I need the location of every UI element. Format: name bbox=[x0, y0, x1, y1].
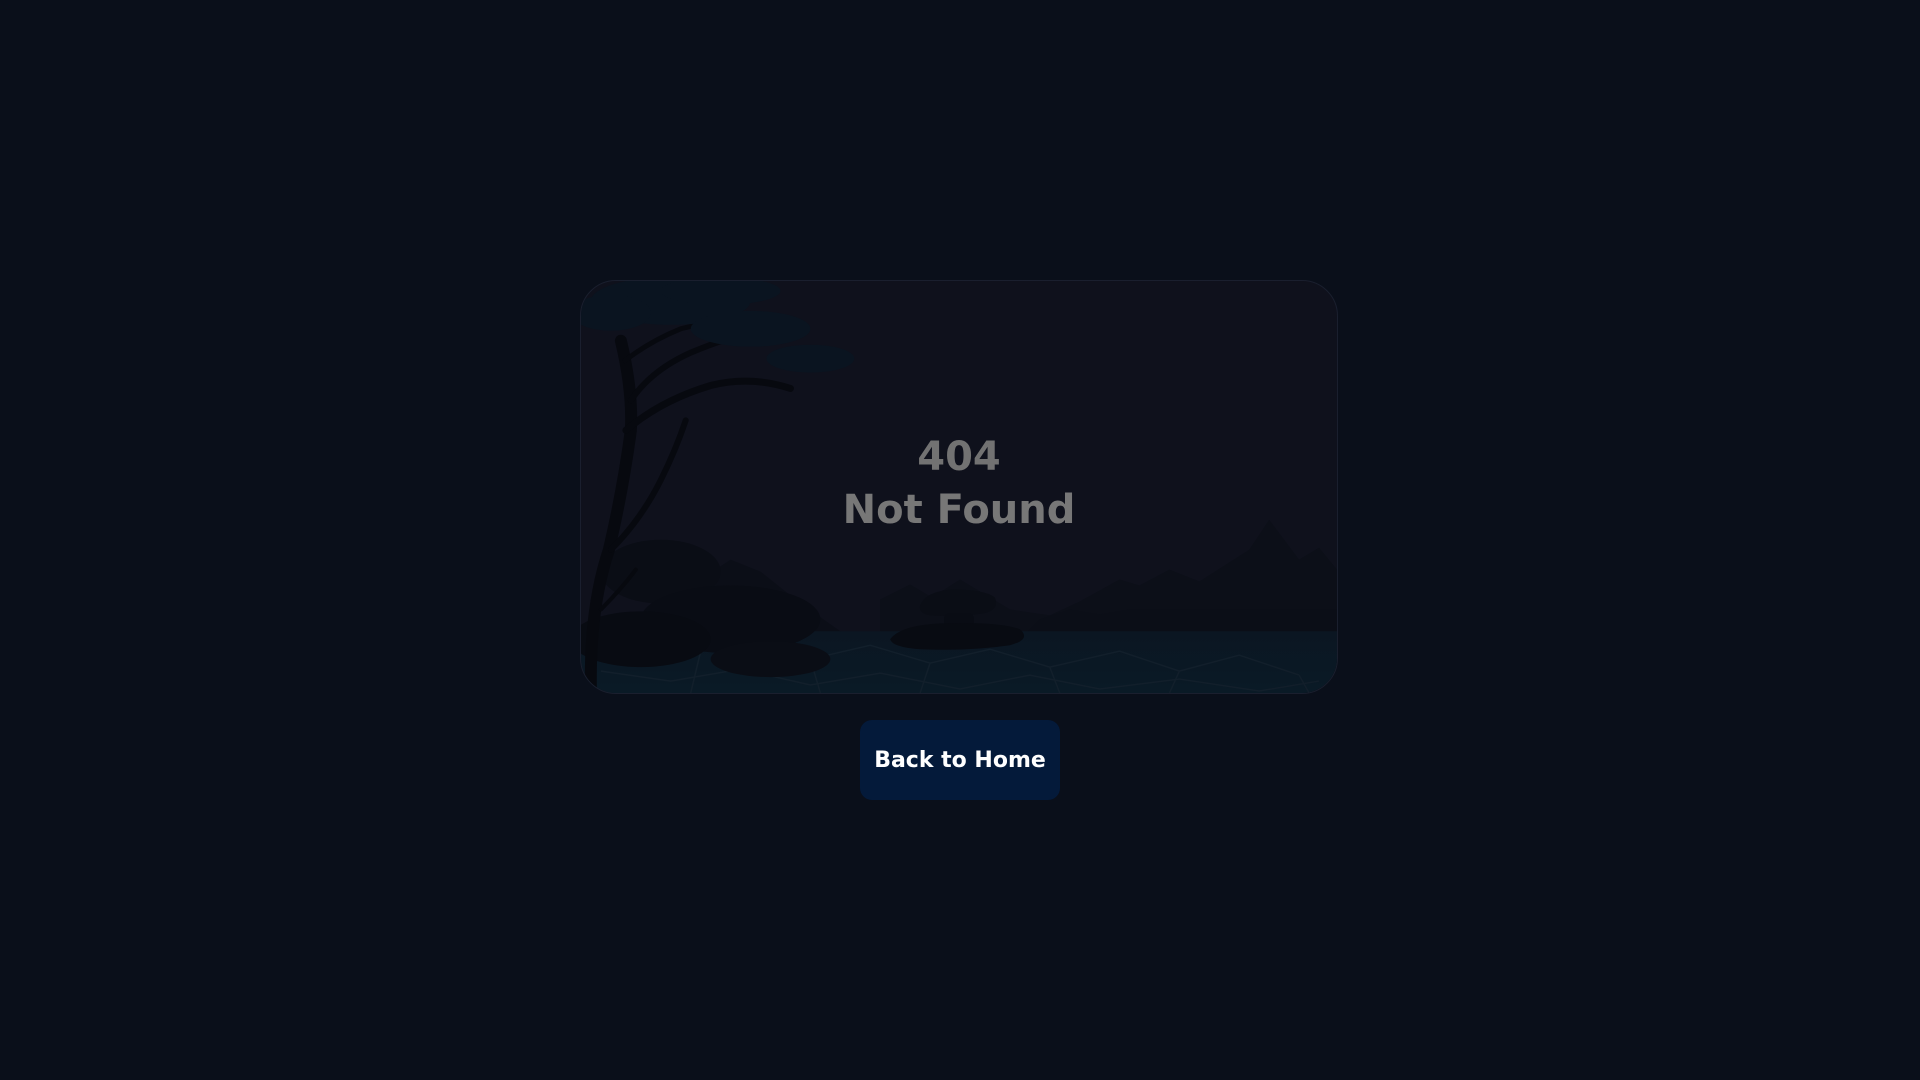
not-found-page: 404 Not Found Back to Home bbox=[0, 0, 1920, 1080]
error-text-block: 404 Not Found bbox=[581, 281, 1337, 693]
error-code: 404 bbox=[917, 434, 1001, 480]
error-card: 404 Not Found bbox=[580, 280, 1338, 694]
back-to-home-button[interactable]: Back to Home bbox=[860, 720, 1060, 800]
error-message: Not Found bbox=[842, 487, 1076, 533]
